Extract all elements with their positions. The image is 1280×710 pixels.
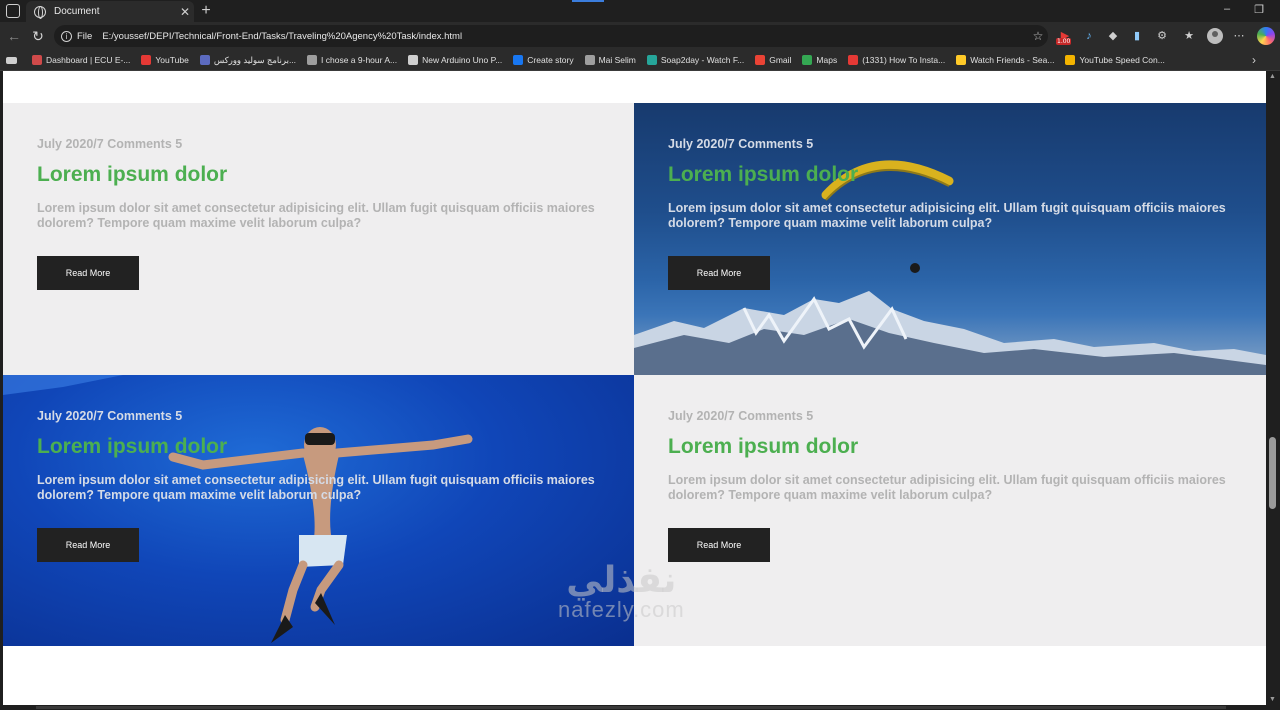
- bookmark-item[interactable]: YouTube Speed Con...: [1065, 55, 1165, 65]
- card-meta: July 2020/7 Comments 5: [668, 409, 814, 423]
- card-description: Lorem ipsum dolor sit amet consectetur a…: [668, 473, 1226, 502]
- bookmarks-bar: Dashboard | ECU E-... YouTube برنامج سوليد…: [0, 50, 1280, 71]
- url-text[interactable]: E:/youssef/DEPI/Technical/Front-End/Task…: [102, 31, 1028, 42]
- read-aloud-icon[interactable]: ♪: [1081, 28, 1097, 44]
- bookmark-favicon-icon: [199, 55, 210, 65]
- article-card-4: July 2020/7 Comments 5 Lorem ipsum dolor…: [634, 375, 1266, 646]
- bookmark-item[interactable]: Gmail: [755, 55, 791, 65]
- extension-icon-3[interactable]: ▮: [1129, 28, 1145, 44]
- watermark-latin: nafezly.com: [558, 597, 685, 622]
- bookmark-favicon-icon: [802, 55, 813, 65]
- bookmark-item[interactable]: Create story: [513, 55, 574, 65]
- bookmark-item[interactable]: I chose a 9-hour A...: [307, 55, 397, 65]
- horizontal-scrollbar[interactable]: [0, 705, 1280, 710]
- bookmark-item[interactable]: Watch Friends - Sea...: [956, 55, 1054, 65]
- card-meta: July 2020/7 Comments 5: [668, 137, 814, 151]
- restore-icon[interactable]: ❐: [1249, 3, 1269, 16]
- read-more-button[interactable]: Read More: [37, 528, 139, 562]
- bookmark-item[interactable]: YouTube: [141, 55, 189, 65]
- bookmark-item[interactable]: Dashboard | ECU E-...: [32, 55, 130, 65]
- title-bar: Document ✕ + – ❐: [0, 0, 1280, 22]
- read-more-button[interactable]: Read More: [668, 528, 770, 562]
- watermark-arabic: نفذلي: [566, 560, 677, 601]
- horizontal-scroll-thumb[interactable]: [36, 706, 1226, 709]
- bookmark-favicon-icon: [848, 55, 859, 65]
- card-title: Lorem ipsum dolor: [668, 163, 859, 186]
- globe-icon: [34, 5, 46, 19]
- reload-icon[interactable]: ↻: [30, 28, 46, 44]
- bookmark-favicon-icon: [141, 55, 152, 65]
- card-title: Lorem ipsum dolor: [37, 163, 228, 186]
- accent-line: [572, 0, 604, 2]
- profile-avatar[interactable]: [1207, 28, 1223, 44]
- bookmark-label: (1331) How To Insta...: [862, 55, 946, 65]
- bookmark-item[interactable]: New Arduino Uno P...: [408, 55, 502, 65]
- bookmark-label: Watch Friends - Sea...: [970, 55, 1055, 65]
- bookmark-label: Gmail: [769, 55, 792, 65]
- more-menu-icon[interactable]: ⋯: [1231, 28, 1247, 44]
- bookmark-item[interactable]: Mai Selim: [584, 55, 636, 65]
- favorites-icon[interactable]: ★: [1181, 28, 1197, 44]
- bookmark-favicon-icon: [408, 55, 419, 65]
- bookmark-label: YouTube Speed Con...: [1079, 55, 1165, 65]
- new-tab-icon[interactable]: +: [198, 2, 214, 20]
- bookmark-item[interactable]: Maps: [802, 55, 837, 65]
- bookmark-label: Mai Selim: [598, 55, 636, 65]
- card-meta: July 2020/7 Comments 5: [37, 409, 183, 423]
- minimize-icon[interactable]: –: [1217, 3, 1237, 15]
- article-card-2: July 2020/7 Comments 5 Lorem ipsum dolor…: [634, 103, 1266, 375]
- scroll-down-icon[interactable]: ▼: [1269, 696, 1276, 703]
- scroll-thumb[interactable]: [1269, 437, 1276, 509]
- back-icon[interactable]: ←: [6, 28, 22, 44]
- bookmark-label: Soap2day - Watch F...: [660, 55, 745, 65]
- card-title: Lorem ipsum dolor: [668, 435, 859, 458]
- card-description: Lorem ipsum dolor sit amet consectetur a…: [37, 201, 595, 230]
- scroll-up-icon[interactable]: ▲: [1269, 73, 1276, 80]
- info-icon[interactable]: i: [61, 30, 72, 42]
- read-more-button[interactable]: Read More: [37, 256, 139, 290]
- browser-toolbar: ← ↻ i File E:/youssef/DEPI/Technical/Fro…: [0, 22, 1280, 50]
- extensions-puzzle-icon[interactable]: ⚙: [1154, 28, 1170, 44]
- folder-icon: [6, 56, 17, 64]
- bookmark-favicon-icon: [584, 55, 595, 65]
- article-card-3: July 2020/7 Comments 5 Lorem ipsum dolor…: [3, 375, 634, 646]
- address-bar[interactable]: i File E:/youssef/DEPI/Technical/Front-E…: [54, 25, 1048, 47]
- bookmark-favicon-icon: [956, 55, 967, 65]
- card-description: Lorem ipsum dolor sit amet consectetur a…: [668, 201, 1226, 230]
- tab-title: Document: [54, 6, 100, 17]
- bookmark-label: YouTube: [155, 55, 189, 65]
- tab-close-icon[interactable]: ✕: [176, 5, 194, 19]
- bookmark-folder-icon[interactable]: [6, 56, 21, 64]
- bookmark-favicon-icon: [32, 55, 42, 65]
- bookmark-item[interactable]: (1331) How To Insta...: [848, 55, 945, 65]
- watermark: نفذلي nafezly.com: [558, 560, 685, 623]
- browser-tab[interactable]: Document ✕: [26, 1, 194, 22]
- bookmark-label: Create story: [527, 55, 574, 65]
- card-title: Lorem ipsum dolor: [37, 435, 228, 458]
- bookmark-label: Dashboard | ECU E-...: [46, 55, 131, 65]
- read-more-button[interactable]: Read More: [668, 256, 770, 290]
- bookmark-favicon-icon: [755, 55, 766, 65]
- bookmark-label: برنامج سوليد ووركس...: [213, 54, 297, 65]
- bookmark-item[interactable]: برنامج سوليد ووركس...: [199, 54, 297, 66]
- vertical-scrollbar[interactable]: ▲ ▼: [1266, 71, 1280, 705]
- tab-actions-icon[interactable]: [6, 4, 20, 18]
- bookmark-favicon-icon: [646, 55, 657, 65]
- copilot-icon[interactable]: [1257, 27, 1275, 45]
- extension-icon-2[interactable]: ◆: [1105, 28, 1121, 44]
- favorite-star-icon[interactable]: ☆: [1028, 29, 1048, 43]
- extension-badge: 1.00: [1056, 38, 1072, 45]
- bookmark-favicon-icon: [307, 55, 318, 65]
- card-meta: July 2020/7 Comments 5: [37, 137, 183, 151]
- bookmark-label: New Arduino Uno P...: [422, 55, 503, 65]
- card-description: Lorem ipsum dolor sit amet consectetur a…: [37, 473, 595, 502]
- url-scheme: File: [77, 30, 93, 42]
- bookmark-label: Maps: [816, 55, 838, 65]
- bookmark-item[interactable]: Soap2day - Watch F...: [646, 55, 745, 65]
- bookmark-label: I chose a 9-hour A...: [321, 55, 398, 65]
- bookmark-favicon-icon: [513, 55, 524, 65]
- article-card-1: July 2020/7 Comments 5 Lorem ipsum dolor…: [3, 103, 634, 375]
- bookmark-favicon-icon: [1065, 55, 1076, 65]
- bookmarks-overflow-icon[interactable]: ›: [1252, 53, 1256, 67]
